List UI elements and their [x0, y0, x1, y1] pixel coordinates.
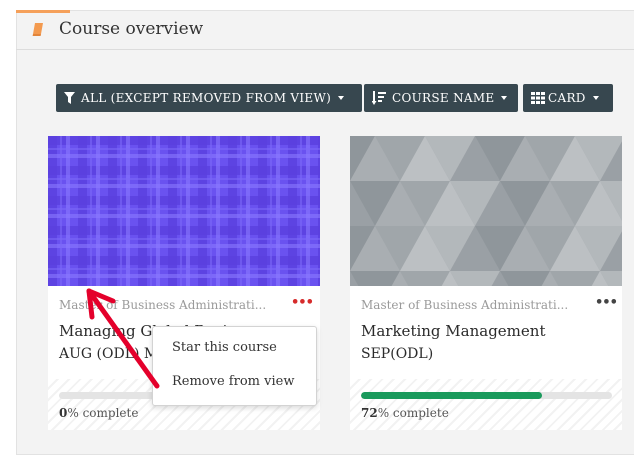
progress-suffix: % complete	[377, 406, 449, 420]
course-progress: 72% complete	[350, 379, 622, 430]
course-category: Master of Business Administrati...	[59, 298, 267, 312]
course-options-menu: Star this course Remove from view	[152, 326, 317, 406]
menu-item-remove-from-view[interactable]: Remove from view	[172, 374, 294, 389]
sort-icon	[372, 91, 386, 105]
course-card[interactable]: Master of Business Administrati... ••• M…	[350, 136, 622, 430]
more-options-icon[interactable]: •••	[291, 296, 314, 309]
book-icon	[32, 23, 43, 36]
grid-icon	[531, 92, 545, 104]
progress-bar-fill	[361, 392, 542, 399]
filter-dropdown-button[interactable]: ALL (EXCEPT REMOVED FROM VIEW)	[56, 84, 362, 112]
course-image[interactable]	[48, 136, 320, 286]
course-title-line2[interactable]: SEP(ODL)	[361, 346, 433, 362]
chevron-down-icon	[338, 96, 345, 100]
course-title[interactable]: Marketing Management	[361, 322, 545, 340]
course-title-line2[interactable]: AUG (ODL) M	[59, 346, 158, 362]
view-label: CARD	[548, 91, 586, 105]
sort-label: COURSE NAME	[392, 91, 495, 105]
more-options-icon[interactable]: •••	[595, 296, 618, 309]
course-card-body: Master of Business Administrati... ••• M…	[350, 286, 622, 430]
page-title: Course overview	[59, 19, 204, 39]
chevron-down-icon	[501, 96, 508, 100]
course-image[interactable]	[350, 136, 622, 286]
progress-bar	[361, 392, 612, 399]
filter-icon	[64, 92, 75, 104]
menu-item-star-course[interactable]: Star this course	[172, 340, 277, 355]
sort-dropdown-button[interactable]: COURSE NAME	[364, 84, 518, 112]
course-category: Master of Business Administrati...	[361, 298, 569, 312]
progress-value: 72	[361, 406, 378, 420]
chevron-down-icon	[592, 96, 599, 100]
view-dropdown-button[interactable]: CARD	[523, 84, 613, 112]
progress-text: 72% complete	[361, 406, 449, 420]
filter-label: ALL (EXCEPT REMOVED FROM VIEW)	[81, 91, 332, 105]
progress-suffix: % complete	[67, 406, 139, 420]
progress-text: 0% complete	[59, 406, 138, 420]
